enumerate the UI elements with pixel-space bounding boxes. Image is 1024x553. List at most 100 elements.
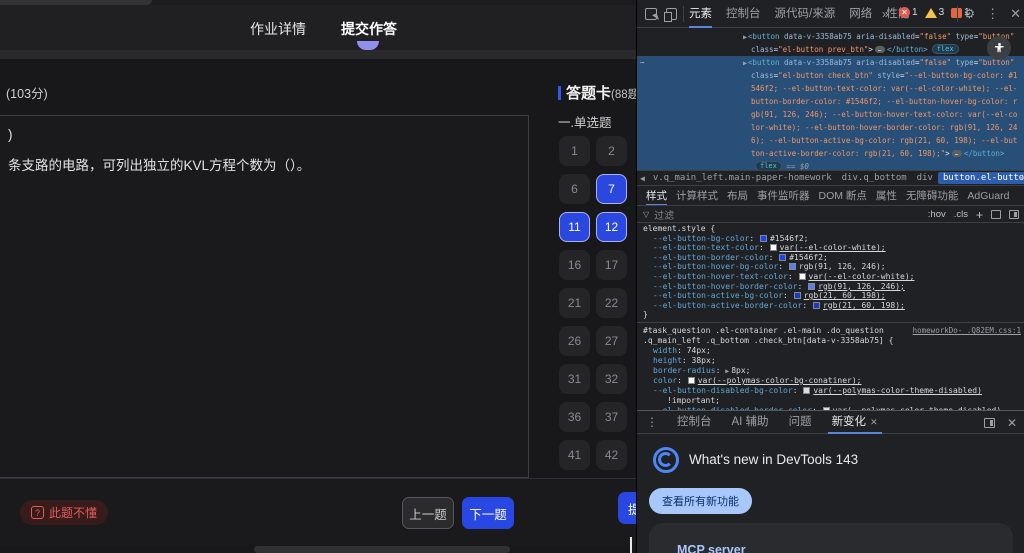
code-line[interactable]: lor-white); --el-button-hover-border-col…: [637, 121, 1024, 134]
question-number-button[interactable]: 27: [596, 326, 627, 356]
style-property[interactable]: --el-button-hover-bg-color: rgb(91, 126,…: [637, 262, 1024, 272]
code-line[interactable]: 546f2; --el-button-text-color: var(--el-…: [637, 82, 1024, 95]
sidebar-layout-icon[interactable]: [1009, 210, 1019, 219]
styles-tab[interactable]: 事件监听器: [757, 187, 810, 205]
error-badge[interactable]: ✕ 1: [899, 7, 918, 18]
prev-question-button[interactable]: 上一题: [402, 497, 454, 529]
code-line[interactable]: class="el-button check_btn" style="--el-…: [637, 69, 1024, 82]
devtools-close-icon[interactable]: ✕: [1010, 6, 1021, 22]
question-number-button[interactable]: 16: [559, 250, 590, 280]
expand-inline-icon[interactable]: …: [874, 46, 886, 53]
code-line[interactable]: 6); --el-button-active-bg-color: rgb(21,…: [637, 134, 1024, 147]
styles-tab[interactable]: DOM 断点: [819, 187, 867, 205]
question-number-button[interactable]: 36: [559, 402, 590, 432]
question-number-button[interactable]: 32: [596, 364, 627, 394]
warning-badge[interactable]: 3: [924, 7, 944, 18]
see-all-features-button[interactable]: 查看所有新功能: [649, 488, 752, 514]
question-number-button[interactable]: 42: [596, 440, 627, 470]
devtools-tab[interactable]: 控制台: [726, 0, 761, 28]
style-property[interactable]: color: var(--polymas-color-bg-conatiner)…: [637, 376, 1024, 386]
drawer-tab[interactable]: 新变化 ✕: [822, 411, 888, 434]
node-more-actions-icon[interactable]: ⋯: [640, 56, 646, 69]
style-property[interactable]: --el-button-disabled-bg-color: var(--pol…: [637, 386, 1024, 396]
code-line[interactable]: ▶<button data-v-3358ab75 aria-disabled="…: [637, 30, 1024, 43]
question-number-button[interactable]: 2: [596, 136, 627, 166]
tab-submit-answer[interactable]: 提交作答: [341, 19, 397, 50]
styles-tab[interactable]: 无障碍功能: [906, 187, 959, 205]
question-number-button[interactable]: 7: [596, 174, 627, 204]
color-swatch[interactable]: [779, 253, 787, 261]
drawer-tab[interactable]: 问题: [779, 411, 822, 434]
code-line[interactable]: ton-active-border-color: rgb(21, 60, 198…: [637, 147, 1024, 160]
inspect-element-icon[interactable]: [645, 8, 657, 20]
mcp-server-link[interactable]: MCP server: [677, 543, 746, 553]
style-property[interactable]: --el-button-border-color: #1546f2;: [637, 253, 1024, 263]
breadcrumb-right-arrow-icon[interactable]: ▸: [1019, 173, 1024, 182]
question-number-button[interactable]: 12: [596, 212, 627, 242]
toggle-class[interactable]: .cls: [954, 209, 968, 220]
question-number-button[interactable]: 1: [559, 136, 590, 166]
color-swatch[interactable]: [793, 292, 801, 300]
question-number-button[interactable]: 11: [559, 212, 590, 242]
style-property[interactable]: border-radius: ▶ 8px;: [637, 366, 1024, 376]
drawer-menu-icon[interactable]: ⋮: [637, 415, 667, 429]
breadcrumb-item[interactable]: div: [912, 172, 938, 184]
style-property[interactable]: --el-button-hover-text-color: var(--el-c…: [637, 272, 1024, 282]
drawer-tab[interactable]: 控制台: [667, 411, 722, 434]
toggle-hover-state[interactable]: :hov: [928, 209, 946, 220]
color-swatch[interactable]: [769, 244, 777, 252]
tab-homework-details[interactable]: 作业详情: [250, 19, 306, 39]
styles-tab[interactable]: 属性: [876, 187, 897, 205]
filter-input[interactable]: 过滤: [654, 207, 928, 222]
flex-badge[interactable]: flex: [931, 44, 959, 54]
question-number-button[interactable]: 21: [559, 288, 590, 318]
code-line[interactable]: ⋯ ▶<button data-v-3358ab75 aria-disabled=…: [637, 56, 1024, 69]
color-swatch[interactable]: [788, 263, 796, 271]
question-number-button[interactable]: 37: [596, 402, 627, 432]
styles-tab[interactable]: 计算样式: [676, 187, 718, 205]
style-property[interactable]: height: 38px;: [637, 356, 1024, 366]
style-property[interactable]: --el-button-hover-border-color: rgb(91, …: [637, 282, 1024, 292]
code-line[interactable]: button-border-color: #1546f2; --el-butto…: [637, 95, 1024, 108]
question-number-button[interactable]: 17: [596, 250, 627, 280]
devtools-tab[interactable]: 元素: [689, 0, 712, 28]
drawer-close-icon[interactable]: ✕: [1007, 416, 1017, 430]
styles-tab[interactable]: 样式: [646, 187, 667, 205]
breadcrumb-left-arrow-icon[interactable]: ◀: [637, 174, 648, 183]
question-number-button[interactable]: 6: [559, 174, 590, 204]
code-line[interactable]: class="el-button prev_btn">… </button> fle…: [637, 43, 1024, 56]
devtools-menu-icon[interactable]: ⋮: [986, 6, 999, 22]
breadcrumb-item[interactable]: button.el-button.check_btn: [937, 172, 1024, 184]
code-line[interactable]: flex == $0: [637, 160, 1024, 170]
style-property[interactable]: --el-button-bg-color: #1546f2;: [637, 234, 1024, 244]
submit-button[interactable]: 提交: [618, 492, 636, 524]
dock-side-icon[interactable]: [983, 417, 995, 428]
devtools-tab[interactable]: 网络: [849, 0, 872, 28]
stylesheet-source-link[interactable]: homeworkDo-_.Q82EM.css:1: [913, 326, 1021, 336]
devtools-tab[interactable]: 源代码/来源: [775, 0, 836, 28]
expand-inline-icon[interactable]: …: [951, 150, 962, 157]
flex-badge[interactable]: flex: [755, 161, 782, 170]
styles-tab[interactable]: 布局: [727, 187, 748, 205]
color-swatch[interactable]: [808, 282, 816, 290]
computed-styles-icon[interactable]: [991, 210, 1001, 219]
new-style-rule-button[interactable]: +: [976, 208, 983, 222]
color-swatch[interactable]: [759, 234, 767, 242]
color-swatch[interactable]: [812, 301, 820, 309]
more-tabs-icon[interactable]: »: [882, 7, 889, 21]
next-question-button[interactable]: 下一题: [462, 497, 514, 529]
question-number-button[interactable]: 41: [559, 440, 590, 470]
color-swatch[interactable]: [798, 272, 806, 280]
style-property[interactable]: --el-button-active-border-color: rgb(21,…: [637, 301, 1024, 311]
style-property[interactable]: --el-button-text-color: var(--el-color-w…: [637, 243, 1024, 253]
tab-close-icon[interactable]: ✕: [870, 417, 878, 427]
dont-understand-button[interactable]: ? 此题不懂: [20, 500, 109, 525]
horizontal-scrollbar-thumb[interactable]: [254, 546, 510, 553]
style-property[interactable]: width: 74px;: [637, 346, 1024, 356]
code-line[interactable]: gb(91, 126, 246); --el-button-hover-text…: [637, 108, 1024, 121]
question-number-button[interactable]: 31: [559, 364, 590, 394]
style-property[interactable]: --el-button-active-bg-color: rgb(21, 60,…: [637, 291, 1024, 301]
breadcrumb-item[interactable]: v.q_main_left.main-paper-homework: [648, 172, 837, 184]
question-number-button[interactable]: 22: [596, 288, 627, 318]
color-swatch[interactable]: [687, 376, 695, 384]
